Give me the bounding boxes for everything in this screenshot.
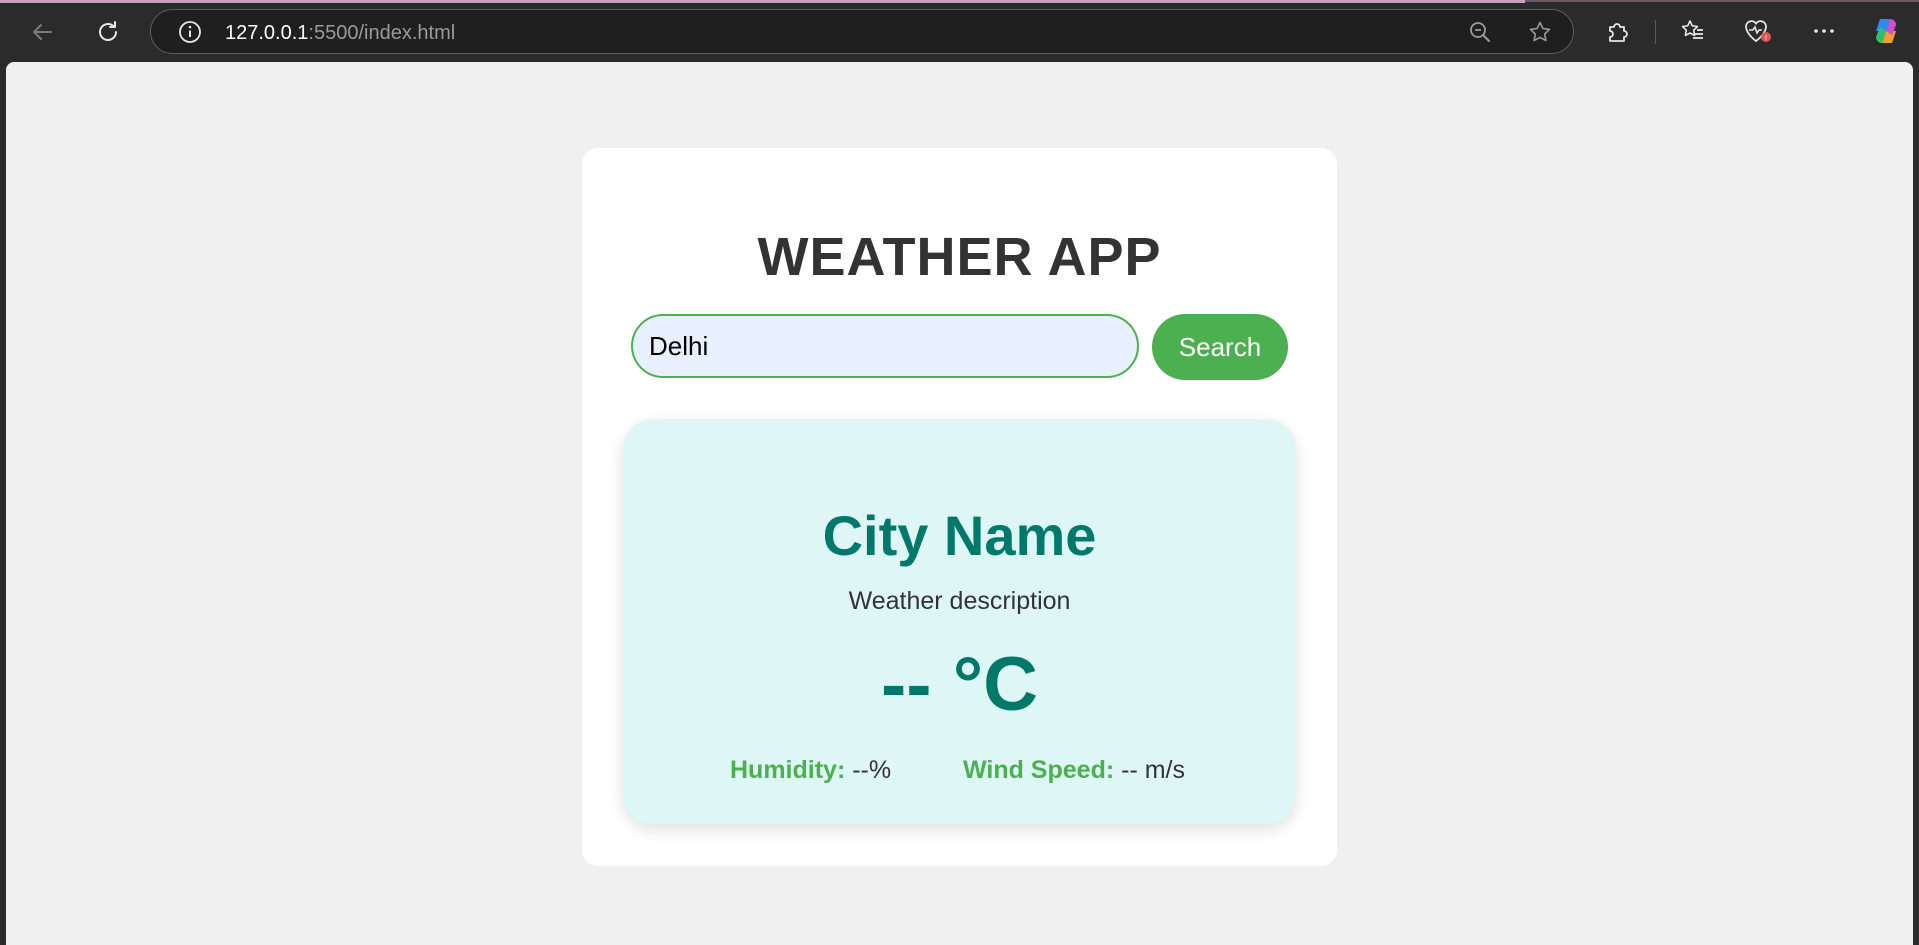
copilot-button[interactable] <box>1869 14 1903 48</box>
more-icon <box>1814 29 1834 33</box>
back-button[interactable] <box>24 14 60 50</box>
wind-speed-detail: Wind Speed: -- m/s <box>963 756 1185 785</box>
back-arrow-icon <box>33 24 52 40</box>
favorites-icon <box>1681 20 1703 39</box>
refresh-icon <box>99 21 117 41</box>
temperature: -- °C <box>880 642 1038 727</box>
tab-strip-accent-end <box>1525 0 1919 2</box>
url-text[interactable]: 127.0.0.1:5500/index.html <box>225 22 455 45</box>
extensions-button[interactable] <box>1601 14 1635 48</box>
page-viewport: WEATHER APP Search City Name Weather des… <box>6 62 1913 945</box>
favorites-button[interactable] <box>1676 14 1710 48</box>
weather-card: City Name Weather description -- °C Humi… <box>623 419 1296 824</box>
zoom-button[interactable] <box>1465 17 1495 47</box>
info-icon <box>179 21 201 43</box>
humidity-detail: Humidity: --% <box>730 756 891 785</box>
more-button[interactable] <box>1807 14 1841 48</box>
humidity-value: --% <box>852 756 892 784</box>
add-favorite-button[interactable] <box>1525 17 1555 47</box>
humidity-label: Humidity: <box>730 756 846 784</box>
toolbar-divider <box>1655 20 1656 44</box>
city-search-input[interactable] <box>631 314 1139 378</box>
copilot-icon <box>1876 19 1896 43</box>
app-title: WEATHER APP <box>757 227 1162 287</box>
browser-essentials-icon: ! <box>1745 20 1771 43</box>
wind-speed-label: Wind Speed: <box>963 756 1115 784</box>
tab-strip-accent <box>0 0 1525 3</box>
weather-description: Weather description <box>848 587 1071 615</box>
svg-text:!: ! <box>1765 35 1767 42</box>
weather-app-container: WEATHER APP Search City Name Weather des… <box>582 148 1337 866</box>
zoom-out-icon <box>1470 22 1490 42</box>
wind-speed-value: -- m/s <box>1121 756 1185 784</box>
site-info-button[interactable] <box>175 17 205 47</box>
browser-essentials-button[interactable]: ! <box>1741 14 1775 48</box>
favorite-star-icon <box>1529 21 1551 42</box>
extensions-icon <box>1609 23 1628 42</box>
url-path: :5500/index.html <box>308 22 456 44</box>
browser-toolbar: 127.0.0.1:5500/index.html ! <box>0 0 1919 62</box>
city-name: City Name <box>822 504 1097 567</box>
url-host: 127.0.0.1 <box>225 22 309 44</box>
address-bar[interactable]: 127.0.0.1:5500/index.html <box>150 9 1574 54</box>
search-button[interactable]: Search <box>1152 314 1288 380</box>
refresh-button[interactable] <box>90 14 126 50</box>
